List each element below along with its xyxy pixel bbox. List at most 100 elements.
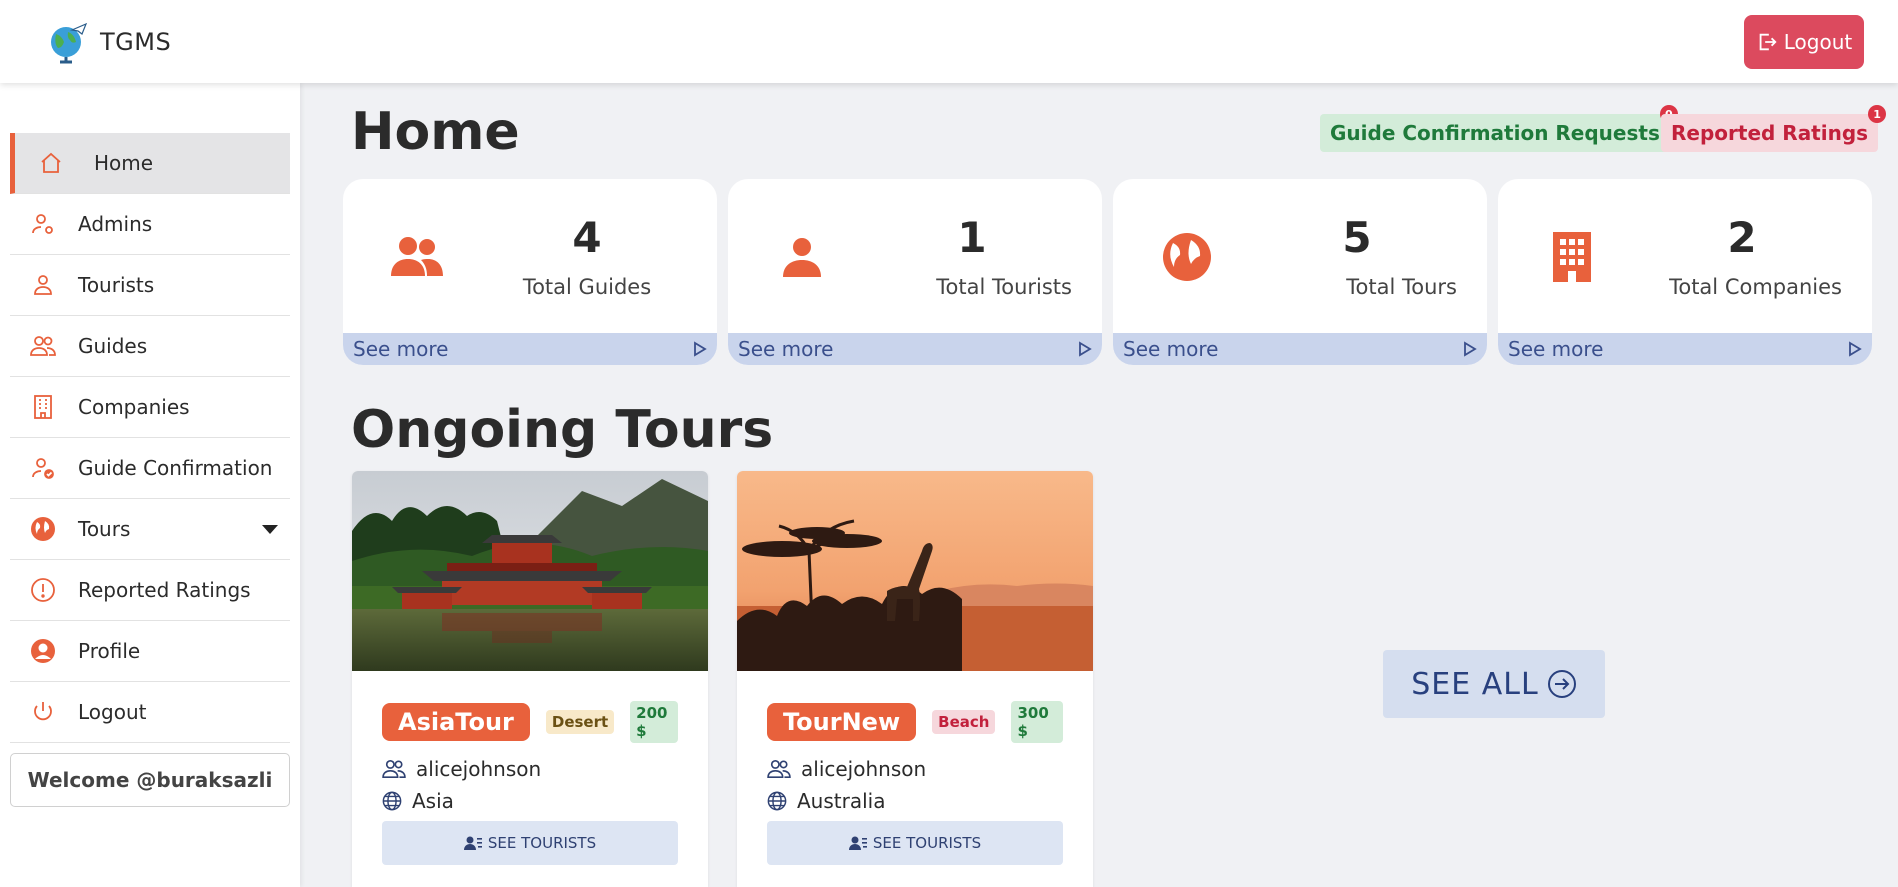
section-title: Ongoing Tours [351, 400, 774, 460]
reported-ratings-count-badge: 1 [1868, 105, 1887, 123]
see-more-link[interactable]: See more [728, 333, 1102, 365]
tour-name[interactable]: AsiaTour [382, 703, 530, 741]
user-list-icon [848, 836, 867, 850]
see-tourists-button[interactable]: SEE TOURISTS [767, 821, 1063, 865]
sidebar-menu: Home Admins Tourists Guides Companies Gu… [10, 133, 290, 743]
sidebar-item-home[interactable]: Home [10, 133, 290, 194]
tour-name[interactable]: TourNew [767, 703, 917, 741]
stat-value: 2 [1727, 213, 1757, 262]
tour-price-badge: 300 $ [1011, 701, 1063, 743]
user-check-icon [30, 455, 56, 481]
user-icon [774, 229, 830, 285]
top-navbar: TGMS Logout [0, 0, 1898, 83]
sidebar-item-reported-ratings[interactable]: Reported Ratings [10, 560, 290, 621]
stat-label: Total Companies [1669, 275, 1842, 299]
sidebar-item-admins[interactable]: Admins [10, 194, 290, 255]
welcome-box: Welcome @buraksazli [10, 753, 290, 807]
see-more-label: See more [1508, 337, 1604, 361]
tour-guide-name: alicejohnson [801, 757, 927, 781]
see-all-button[interactable]: SEE ALL [1383, 650, 1605, 718]
tour-card-body: TourNew Beach 300 $ alicejohnson Austral… [767, 701, 1063, 865]
tour-header-row: AsiaTour Desert 200 $ [382, 701, 678, 743]
sidebar-item-guides[interactable]: Guides [10, 316, 290, 377]
stat-value: 1 [957, 213, 987, 262]
sidebar-item-label: Guide Confirmation [78, 456, 273, 480]
see-more-label: See more [1123, 337, 1219, 361]
tour-guide-name: alicejohnson [416, 757, 542, 781]
see-tourists-button[interactable]: SEE TOURISTS [382, 821, 678, 865]
users-icon [767, 760, 791, 778]
tour-image-safari [737, 471, 1093, 671]
play-icon [1849, 341, 1862, 357]
tour-location-name: Asia [412, 789, 454, 813]
user-icon [30, 272, 56, 298]
stat-card-companies: 2 Total Companies See more [1498, 179, 1872, 365]
chevron-down-icon[interactable] [262, 525, 278, 534]
see-tourists-label: SEE TOURISTS [872, 834, 982, 852]
sidebar-item-label: Home [94, 151, 154, 175]
sidebar-item-guide-confirmation[interactable]: Guide Confirmation [10, 438, 290, 499]
stat-label: Total Tourists [936, 275, 1072, 299]
user-gear-icon [30, 211, 56, 237]
sidebar-item-logout[interactable]: Logout [10, 682, 290, 743]
sidebar-item-label: Companies [78, 395, 190, 419]
tour-header-row: TourNew Beach 300 $ [767, 701, 1063, 743]
sidebar-item-tourists[interactable]: Tourists [10, 255, 290, 316]
page-title: Home [351, 102, 520, 162]
sidebar-item-label: Logout [78, 700, 147, 724]
see-more-link[interactable]: See more [1113, 333, 1487, 365]
sidebar-item-profile[interactable]: Profile [10, 621, 290, 682]
tour-price-badge: 200 $ [630, 701, 678, 743]
sidebar: Home Admins Tourists Guides Companies Gu… [0, 83, 300, 887]
logout-button[interactable]: Logout [1744, 15, 1864, 69]
building-icon [1544, 229, 1600, 285]
tour-guide: alicejohnson [382, 757, 678, 781]
play-icon [1464, 341, 1477, 357]
sidebar-item-label: Tourists [78, 273, 155, 297]
users-icon [30, 333, 56, 359]
users-icon [389, 229, 445, 285]
see-more-link[interactable]: See more [1498, 333, 1872, 365]
users-icon [382, 760, 406, 778]
sidebar-item-companies[interactable]: Companies [10, 377, 290, 438]
see-all-label: SEE ALL [1411, 666, 1539, 702]
globe-icon [1159, 229, 1215, 285]
user-circle-icon [30, 638, 56, 664]
guide-requests-label: Guide Confirmation Requests [1330, 121, 1660, 145]
see-more-link[interactable]: See more [343, 333, 717, 365]
logout-icon [1759, 33, 1777, 51]
reported-ratings-button[interactable]: Reported Ratings 1 [1661, 105, 1887, 152]
home-icon [38, 150, 64, 176]
tour-location-name: Australia [797, 789, 886, 813]
stat-value: 5 [1342, 213, 1372, 262]
see-more-label: See more [353, 337, 449, 361]
building-icon [30, 394, 56, 420]
stat-value: 4 [572, 213, 602, 262]
logout-button-label: Logout [1783, 30, 1853, 54]
tour-card: TourNew Beach 300 $ alicejohnson Austral… [737, 471, 1093, 887]
tour-guide: alicejohnson [767, 757, 1063, 781]
see-more-label: See more [738, 337, 834, 361]
stat-label: Total Tours [1346, 275, 1457, 299]
sidebar-item-label: Profile [78, 639, 141, 663]
exclamation-circle-icon [30, 577, 56, 603]
sidebar-item-tours[interactable]: Tours [10, 499, 290, 560]
guide-confirmation-requests-button[interactable]: Guide Confirmation Requests 0 [1320, 105, 1678, 152]
tour-card-body: AsiaTour Desert 200 $ alicejohnson Asia … [382, 701, 678, 865]
reported-ratings-label: Reported Ratings [1671, 121, 1869, 145]
arrow-circle-right-icon [1547, 670, 1576, 698]
sidebar-item-label: Guides [78, 334, 148, 358]
globe-icon [30, 516, 56, 542]
globe-plane-logo-icon [51, 22, 88, 64]
stat-label: Total Guides [522, 275, 652, 299]
app-name: TGMS [100, 28, 172, 56]
stat-card-guides: 4 Total Guides See more [343, 179, 717, 365]
play-icon [1079, 341, 1092, 357]
see-tourists-label: SEE TOURISTS [487, 834, 597, 852]
power-icon [30, 699, 56, 725]
stat-card-tourists: 1 Total Tourists See more [728, 179, 1102, 365]
globe-icon [767, 791, 787, 811]
sidebar-item-label: Reported Ratings [78, 578, 251, 602]
sidebar-item-label: Admins [78, 212, 153, 236]
brand[interactable]: TGMS [46, 20, 171, 64]
